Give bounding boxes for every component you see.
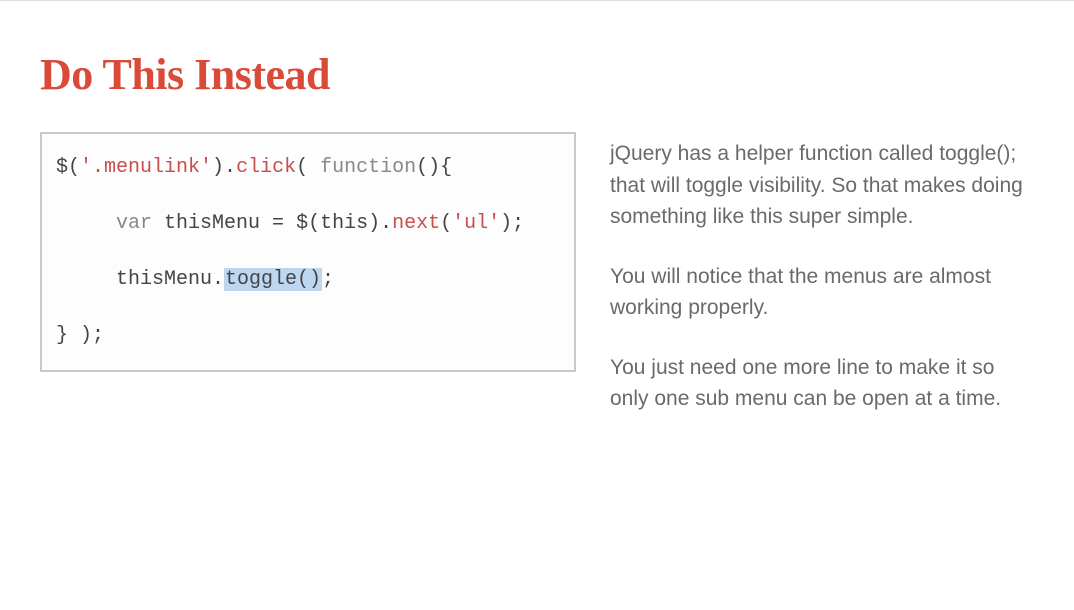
code-blank-line xyxy=(56,182,560,210)
code-line-3: thisMenu.toggle(); xyxy=(56,266,560,294)
code-line-1: $('.menulink').click( function(){ xyxy=(56,154,560,182)
code-blank-line xyxy=(56,294,560,322)
explanation-paragraph-2: You will notice that the menus are almos… xyxy=(610,261,1034,324)
code-block: $('.menulink').click( function(){ var th… xyxy=(40,132,576,372)
explanation-paragraph-1: jQuery has a helper function called togg… xyxy=(610,138,1034,233)
slide-container: Do This Instead $('.menulink').click( fu… xyxy=(0,1,1074,483)
slide-heading: Do This Instead xyxy=(40,49,1034,100)
explanation-column: jQuery has a helper function called togg… xyxy=(610,132,1034,443)
code-line-2: var thisMenu = $(this).next('ul'); xyxy=(56,210,560,238)
content-row: $('.menulink').click( function(){ var th… xyxy=(40,132,1034,443)
code-blank-line xyxy=(56,238,560,266)
highlighted-token: toggle() xyxy=(224,268,322,291)
explanation-paragraph-3: You just need one more line to make it s… xyxy=(610,352,1034,415)
code-line-4: } ); xyxy=(56,322,560,350)
